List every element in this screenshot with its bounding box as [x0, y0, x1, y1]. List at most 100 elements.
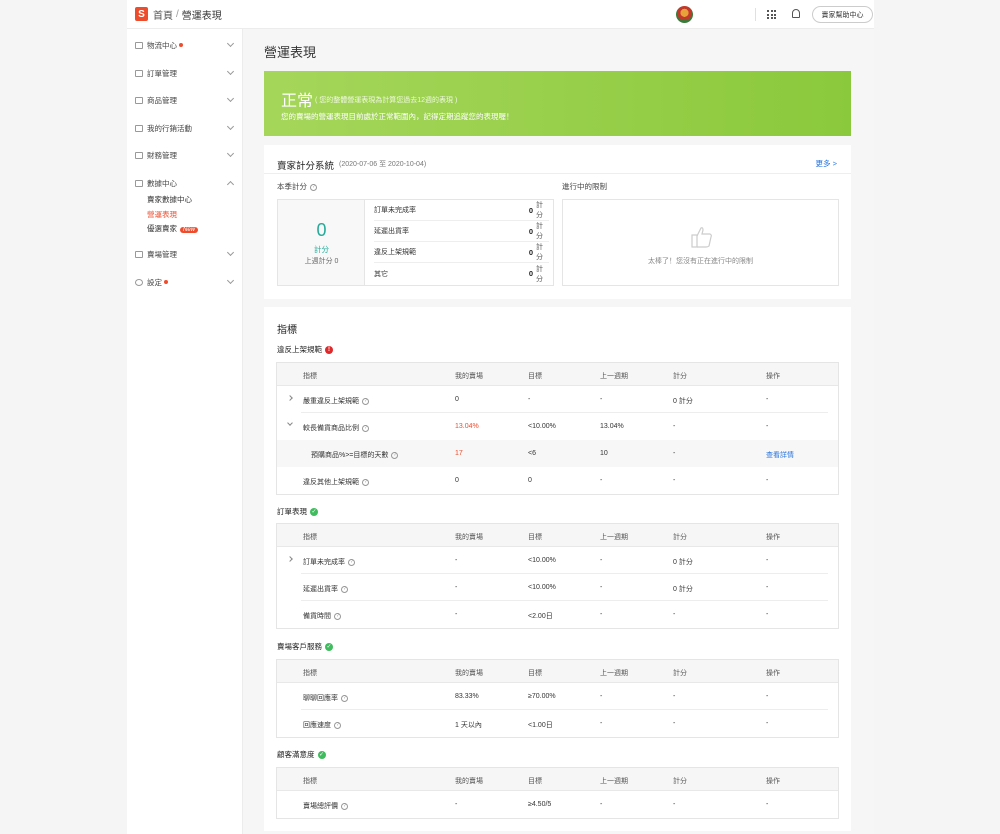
question-icon[interactable]: ? [362, 397, 369, 405]
score-row-value: 0 [528, 226, 533, 236]
metric-name: 回應速度? [303, 720, 341, 730]
question-icon[interactable]: ? [341, 694, 348, 702]
chevron-right-icon[interactable] [287, 556, 293, 562]
sidebar-sub-seller-data[interactable]: 賣家數據中心 [147, 194, 192, 205]
breadcrumb-home[interactable]: 首頁 [153, 7, 173, 22]
score-row-unit: 計分 [536, 223, 543, 240]
chevron-down-icon[interactable] [287, 420, 293, 426]
table-row[interactable]: 訂單未完成率? - <10.00% - 0 計分 - [277, 547, 838, 574]
score-row-value: 0 [528, 205, 533, 215]
table-row[interactable]: 聊聊回應率? 83.33% ≥70.00% - - - [277, 683, 838, 710]
table-header: 指標 我的賣場 目標 上一週期 計分 操作 [277, 660, 838, 683]
metric-target: ≥70.00% [528, 693, 556, 700]
score-row: 延遲出貨率 0 計分 [374, 221, 549, 242]
sidebar-item-settings[interactable]: 設定 [127, 274, 243, 290]
chevron-down-icon [226, 276, 235, 285]
metric-action: - [766, 557, 769, 564]
table-row-child: 預購商品%>=目標的天數? 17 <6 10 - 查看詳情 [277, 440, 838, 467]
metric-target: <2.00日 [528, 613, 553, 620]
metric-score: - [673, 450, 676, 457]
chevron-up-icon [226, 180, 235, 189]
divider [264, 173, 851, 174]
breadcrumb-separator: / [176, 8, 179, 20]
question-icon[interactable]: ? [391, 451, 399, 459]
metric-action: - [766, 423, 769, 430]
outer-background-right [874, 0, 1000, 834]
score-card-title: 賣家計分系統 [277, 161, 335, 172]
chevron-down-icon [226, 39, 235, 48]
score-row-value: 0 [528, 247, 533, 257]
metric-action: - [766, 693, 769, 700]
sidebar-item-label: 財務管理 [147, 150, 177, 160]
tag-icon [135, 124, 143, 132]
metric-target: ≥4.50/5 [528, 801, 552, 808]
apps-grid-icon[interactable] [767, 10, 776, 19]
sidebar-item-orders[interactable]: 訂單管理 [127, 65, 243, 81]
table-row[interactable]: 違反其他上架規範? 0 0 - - - [277, 467, 838, 494]
metric-mine: 17 [455, 450, 463, 457]
metrics-card: 指標 違反上架規範 ! 指標 我的賣場 目標 上一週期 計分 操作 嚴重違反上架… [264, 307, 851, 831]
metric-name: 預購商品%>=目標的天數? [311, 450, 399, 460]
header-mine: 我的賣場 [455, 373, 483, 380]
new-badge: New [180, 227, 199, 233]
gear-icon [135, 278, 143, 286]
metric-prev: - [600, 693, 603, 700]
score-row-name: 訂單未完成率 [374, 207, 416, 214]
sidebar-item-logistics[interactable]: 物流中心 [127, 37, 243, 53]
table-row[interactable]: 賣場總評價? - ≥4.50/5 - - - [277, 791, 838, 818]
score-row: 違反上架規範 0 計分 [374, 242, 549, 263]
table-row[interactable]: 較長備貨商品比例? 13.04% <10.00% 13.04% - - [277, 413, 838, 440]
wallet-icon [135, 151, 143, 159]
sidebar-item-finance[interactable]: 財務管理 [127, 147, 243, 163]
metric-target: <6 [528, 450, 536, 457]
metric-score: - [673, 611, 676, 618]
status-note: ( 您的整體營運表現為計算您過去12週的表現 ) [315, 97, 458, 104]
table-row[interactable]: 備貨時間? - <2.00日 - - - [277, 601, 838, 628]
sidebar-item-data-center[interactable]: 數據中心 [127, 175, 243, 191]
sidebar-item-marketing[interactable]: 我的行銷活動 [127, 120, 243, 136]
table-header: 指標 我的賣場 目標 上一週期 計分 操作 [277, 768, 838, 791]
sidebar-sub-preferred-seller[interactable]: 優選賣家 New [147, 223, 199, 234]
score-row: 其它 0 計分 [374, 263, 549, 284]
question-icon[interactable]: ? [334, 721, 341, 729]
metric-mine: - [455, 584, 458, 591]
sidebar-sub-performance[interactable]: 營運表現 [147, 209, 177, 220]
truck-icon [135, 41, 143, 49]
metrics-title: 指標 [277, 325, 297, 336]
question-icon[interactable]: ? [348, 558, 355, 566]
question-icon[interactable]: ? [334, 612, 341, 620]
view-details-link[interactable]: 查看詳情 [766, 450, 794, 460]
sidebar: 物流中心 訂單管理 商品管理 我的行銷活動 財務管理 數據中心 賣家數據中心 營… [127, 29, 243, 834]
metric-prev: - [600, 720, 603, 727]
question-icon[interactable]: ? [362, 478, 369, 486]
more-link[interactable]: 更多 > [816, 158, 837, 169]
sidebar-item-products[interactable]: 商品管理 [127, 92, 243, 108]
section-title-text: 訂單表現 [277, 507, 307, 516]
metric-score: 0 計分 [673, 398, 693, 405]
table-row[interactable]: 回應速度? 1 天以內 <1.00日 - - - [277, 710, 838, 737]
question-icon[interactable]: ? [362, 424, 369, 432]
metric-mine: - [455, 557, 458, 564]
sidebar-item-shop[interactable]: 賣場管理 [127, 246, 243, 262]
shopee-logo-icon[interactable]: S [135, 7, 148, 21]
metric-name: 備貨時間? [303, 611, 341, 621]
metric-mine: 83.33% [455, 693, 479, 700]
bell-icon[interactable] [792, 9, 800, 18]
prev-week-score: 上週計分 0 [304, 258, 339, 265]
table-row[interactable]: 延遲出貨率? - <10.00% - 0 計分 - [277, 574, 838, 601]
table-header: 指標 我的賣場 目標 上一週期 計分 操作 [277, 363, 838, 386]
seller-help-button[interactable]: 賣家幫助中心 [812, 6, 873, 23]
header-score: 計分 [673, 778, 687, 785]
header-score: 計分 [673, 534, 687, 541]
table-row[interactable]: 嚴重違反上架規範? 0 - - 0 計分 - [277, 386, 838, 413]
chevron-right-icon[interactable] [287, 395, 293, 401]
header-target: 目標 [528, 670, 542, 677]
header-mine: 我的賣場 [455, 534, 483, 541]
header-metric: 指標 [303, 778, 317, 785]
avatar[interactable] [676, 6, 693, 23]
question-icon[interactable]: ? [341, 585, 348, 593]
metric-target: <10.00% [528, 557, 556, 564]
question-icon[interactable]: ? [341, 802, 348, 810]
metric-target: 0 [528, 477, 532, 484]
question-icon[interactable]: ? [310, 183, 317, 191]
